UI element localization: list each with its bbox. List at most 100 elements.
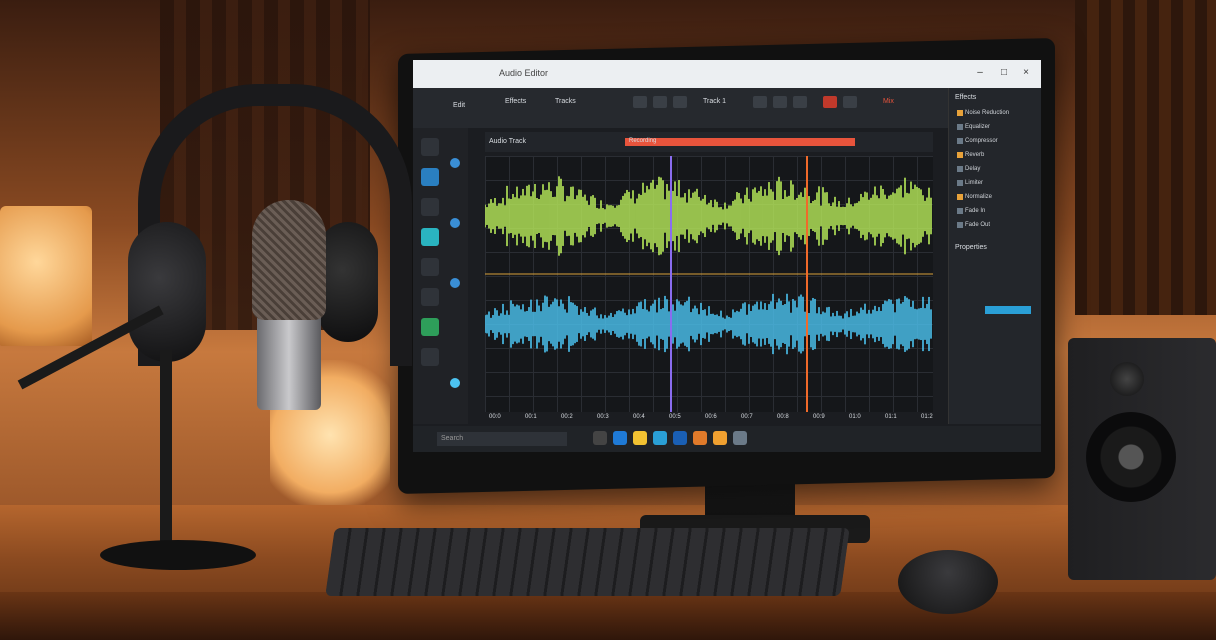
zoom-tool-icon[interactable] [421,228,439,246]
track1-waveform [484,176,932,256]
toolbar-label-effects[interactable]: Effects [505,98,526,105]
loop-icon[interactable] [843,96,857,108]
draw-tool-icon[interactable] [421,198,439,216]
dot-icon[interactable] [450,158,460,168]
titlebar: Audio Editor – □ × [413,60,1041,88]
track2-waveform [484,293,932,355]
timeshift-tool-icon[interactable] [421,258,439,276]
cut-icon[interactable] [633,96,647,108]
time-tick-label: 00:7 [741,414,753,420]
time-tick-label: 00:2 [561,414,573,420]
copy-icon[interactable] [653,96,667,108]
time-ruler: 00:0 00:1 00:2 00:3 00:4 00:5 00:6 00:7 00:8 00:9… [485,412,933,424]
green-tool-icon[interactable] [421,318,439,336]
dot-icon[interactable] [450,278,460,288]
screen: Audio Editor – □ × Edit Effects Tracks T… [413,60,1041,452]
time-tick-label: 01:0 [849,414,861,420]
toolbar-label-track1[interactable]: Track 1 [703,98,726,105]
effect-list-item[interactable]: Compressor [965,138,998,144]
stop-icon[interactable] [773,96,787,108]
curtain-right [1075,0,1216,315]
app-icon[interactable] [693,431,707,445]
left-toolbar [413,128,468,424]
right-panel-title: Effects [955,94,977,101]
keyboard [325,528,850,596]
effect-bullet-icon [957,194,963,200]
effect-list-item[interactable]: Normalize [965,194,992,200]
effect-bullet-icon [957,222,963,228]
time-tick-label: 00:8 [777,414,789,420]
paste-icon[interactable] [673,96,687,108]
mic-stand [160,350,172,550]
timeline-header: Audio Track Recording [485,132,933,152]
play-icon[interactable] [753,96,767,108]
microphone-grille [252,200,326,320]
store-icon[interactable] [653,431,667,445]
effect-bullet-icon [957,110,963,116]
time-tick-label: 00:9 [813,414,825,420]
time-tick-label: 00:6 [705,414,717,420]
effect-list-item[interactable]: Delay [965,166,980,172]
headphones-cup-left [128,222,206,362]
time-tick-label: 00:0 [489,414,501,420]
effect-list-item[interactable]: Limiter [965,180,983,186]
effect-list-item[interactable]: Fade Out [965,222,990,228]
time-tick-label: 00:3 [597,414,609,420]
record-icon[interactable] [793,96,807,108]
properties-title: Properties [955,244,987,251]
desk-edge [0,592,1216,640]
selected-property[interactable] [985,306,1031,314]
multi-tool-icon[interactable] [421,288,439,306]
toolbar-label-edit[interactable]: Edit [453,102,465,109]
search-box[interactable]: Search [437,432,567,446]
toolbar-label-tracks[interactable]: Tracks [555,98,576,105]
close-icon[interactable]: × [1019,66,1033,80]
waveform-area[interactable] [484,156,933,412]
mouse [898,550,998,614]
app-title: Audio Editor [499,68,549,78]
timeline-bar-label: Recording [629,138,657,144]
envelope-tool-icon[interactable] [421,168,439,186]
time-tick-label: 00:5 [669,414,681,420]
effect-bullet-icon [957,124,963,130]
explorer-icon[interactable] [633,431,647,445]
effect-list-item[interactable]: Equalizer [965,124,990,130]
time-tick-label: 01:1 [885,414,897,420]
timeline-bar[interactable] [625,138,855,146]
select-tool-icon[interactable] [421,138,439,156]
taskview-icon[interactable] [593,431,607,445]
time-tick-label: 00:4 [633,414,645,420]
search-placeholder: Search [441,435,464,442]
taskbar: Search [413,426,1041,452]
folder-icon[interactable] [713,431,727,445]
time-tick-label: 01:2 [921,414,933,420]
effect-bullet-icon [957,152,963,158]
minimize-icon[interactable]: – [973,66,987,80]
dot-icon[interactable] [450,218,460,228]
time-tick-label: 00:1 [525,414,537,420]
effect-bullet-icon [957,166,963,172]
speaker-woofer [1086,412,1176,502]
mic-base [100,540,256,570]
dot-icon[interactable] [450,378,460,388]
toolbar-label-mix[interactable]: Mix [883,98,894,105]
speaker-tweeter [1110,362,1144,396]
record-button[interactable] [823,96,837,108]
mute-tool-icon[interactable] [421,348,439,366]
maximize-icon[interactable]: □ [997,66,1011,80]
app-icon[interactable] [673,431,687,445]
toolbar: Edit Effects Tracks Track 1 Mix [413,88,948,128]
effect-list-item[interactable]: Fade In [965,208,985,214]
settings-icon[interactable] [733,431,747,445]
edge-icon[interactable] [613,431,627,445]
effect-bullet-icon [957,208,963,214]
right-panel: Effects Noise Reduction Equalizer Compress… [948,88,1041,424]
effect-list-item[interactable]: Reverb [965,152,984,158]
headphones-cup-right [318,222,378,342]
lamp [0,206,92,346]
track-label: Audio Track [489,138,526,145]
effect-bullet-icon [957,138,963,144]
effect-list-item[interactable]: Noise Reduction [965,110,1009,116]
waveform-svg [484,156,933,412]
effect-bullet-icon [957,180,963,186]
